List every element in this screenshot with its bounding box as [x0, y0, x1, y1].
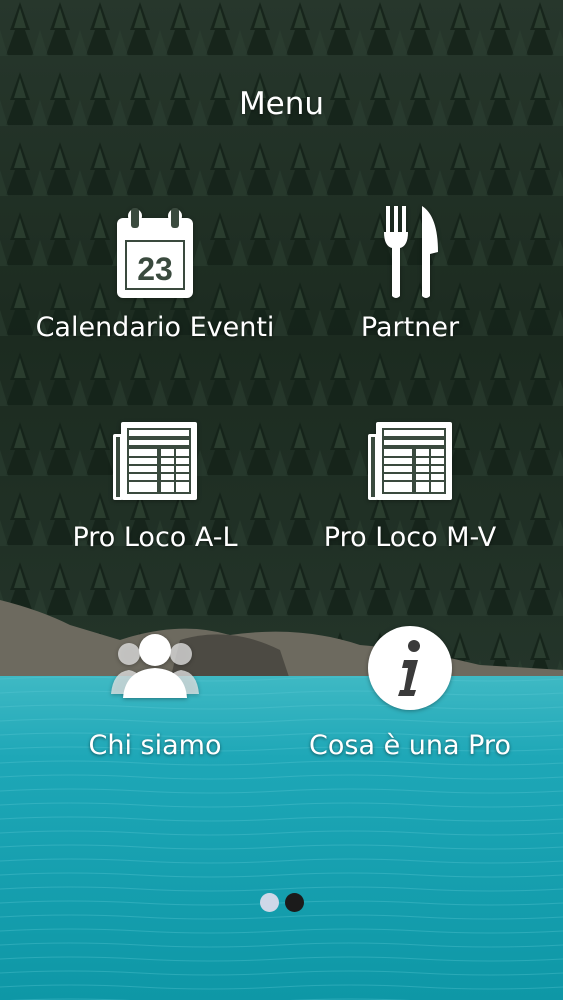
users-icon — [109, 620, 201, 720]
menu-item-label: Calendario Eventi — [35, 312, 275, 343]
menu-item-label: Pro Loco M-V — [323, 522, 497, 553]
menu-item-chi-siamo[interactable]: Chi siamo — [25, 620, 285, 780]
page-dot[interactable] — [259, 893, 279, 912]
menu-item-calendario-eventi[interactable]: 23 Calendario Eventi — [25, 202, 285, 362]
newspaper-icon — [109, 412, 201, 512]
page-dot[interactable] — [284, 893, 304, 912]
menu-item-cosa-e-una-pro[interactable]: Cosa è una Pro — [280, 620, 540, 780]
newspaper-icon — [364, 412, 456, 512]
info-icon — [364, 620, 456, 720]
menu-item-label: Partner — [360, 312, 460, 343]
calendar-icon: 23 — [109, 202, 201, 302]
menu-item-pro-loco-a-l[interactable]: Pro Loco A-L — [25, 412, 285, 572]
menu-item-label: Cosa è una Pro — [309, 730, 511, 761]
page-title: Menu — [238, 86, 325, 122]
calendar-day: 23 — [137, 251, 173, 287]
page-indicator — [0, 893, 563, 913]
menu-item-partner[interactable]: Partner — [280, 202, 540, 362]
menu-item-label: Pro Loco A-L — [72, 522, 238, 553]
menu-item-label: Chi siamo — [88, 730, 222, 761]
menu-item-pro-loco-m-v[interactable]: Pro Loco M-V — [280, 412, 540, 572]
fork-knife-icon — [364, 202, 456, 302]
